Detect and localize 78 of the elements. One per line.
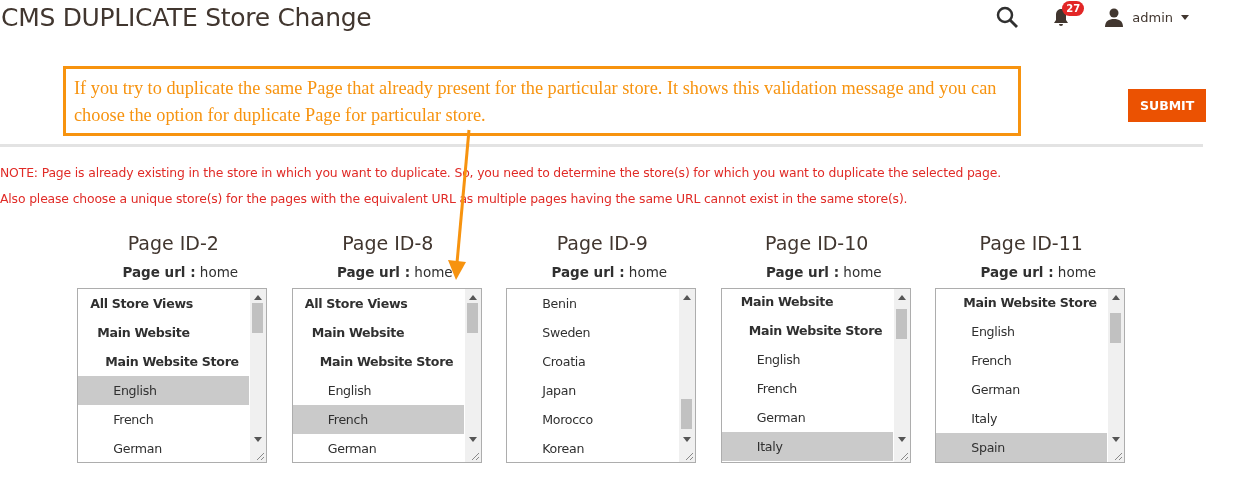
store-option[interactable]: Main Website (721, 289, 893, 316)
scroll-down-icon[interactable] (683, 437, 692, 442)
scroll-up-icon[interactable] (1112, 295, 1121, 300)
scrollbar[interactable] (1108, 289, 1125, 462)
store-option[interactable]: Morocco (507, 405, 679, 434)
submit-button[interactable]: SUBMIT (1128, 89, 1207, 122)
store-option[interactable]: French (78, 405, 250, 434)
resize-grip-icon[interactable] (256, 452, 265, 460)
scroll-up-icon[interactable] (468, 295, 477, 300)
page-url: Page url : home (764, 264, 882, 282)
page-heading: Page ID-2 (127, 231, 219, 256)
store-option[interactable]: Main Website Store (721, 316, 893, 345)
user-name[interactable]: admin (1132, 9, 1173, 25)
store-option[interactable]: All Store Views (78, 289, 250, 318)
resize-grip-icon[interactable] (685, 452, 694, 460)
scroll-down-icon[interactable] (254, 437, 263, 442)
page-title: CMS DUPLICATE Store Change (0, 2, 372, 32)
store-option[interactable]: German (292, 434, 464, 462)
store-option[interactable]: Japan (507, 376, 679, 405)
store-listbox[interactable]: Main Website Main Website Store English French German Italy (720, 288, 911, 463)
store-option[interactable]: English (721, 345, 893, 374)
search-icon[interactable] (996, 6, 1019, 28)
scrollbar-thumb[interactable] (252, 303, 264, 333)
store-listbox[interactable]: All Store Views Main Website Main Website Store English French German (291, 288, 482, 463)
store-option[interactable]: All Store Views (292, 289, 464, 318)
caret-icon[interactable] (1181, 14, 1189, 20)
store-option[interactable]: Main Website (292, 318, 464, 347)
scrollbar[interactable] (893, 289, 910, 462)
store-option[interactable]: English (292, 376, 464, 405)
store-option[interactable]: English (936, 317, 1108, 346)
scrollbar-thumb[interactable] (466, 303, 478, 333)
store-option[interactable]: Main Website Store (292, 347, 464, 376)
store-option[interactable]: Sweden (507, 318, 679, 347)
scrollbar-thumb[interactable] (681, 399, 693, 429)
page-heading: Page ID-8 (342, 231, 434, 256)
scrollbar[interactable] (250, 289, 267, 462)
page-heading: Page ID-11 (979, 231, 1083, 256)
store-option[interactable]: French (936, 346, 1108, 375)
page-url: Page url : home (979, 264, 1097, 282)
store-listbox[interactable]: All Store Views Main Website Main Website Store English French German (77, 288, 268, 463)
resize-grip-icon[interactable] (470, 452, 479, 460)
store-option[interactable]: French (292, 405, 464, 434)
page-url: Page url : home (121, 264, 239, 282)
store-option[interactable]: Korean (507, 434, 679, 462)
page-heading: Page ID-10 (765, 231, 869, 256)
store-option[interactable]: Main Website Store (78, 347, 250, 376)
scrollbar[interactable] (679, 289, 696, 462)
store-option[interactable]: Spain (936, 433, 1108, 462)
store-option[interactable]: German (936, 375, 1108, 404)
store-option[interactable]: Croatia (507, 347, 679, 376)
scroll-down-icon[interactable] (468, 437, 477, 442)
store-option[interactable]: Italy (721, 432, 893, 461)
store-option[interactable]: Benin (507, 289, 679, 318)
callout-text: If you try to duplicate the same Page that already present for the particular store. It shows this validation message and you can choose the option for duplicate Page for particular store. (63, 66, 1021, 136)
resize-grip-icon[interactable] (899, 452, 908, 460)
notification-badge: 27 (1062, 1, 1085, 16)
resize-grip-icon[interactable] (1114, 452, 1123, 460)
page-url: Page url : home (335, 264, 453, 282)
page-heading: Page ID-9 (556, 231, 648, 256)
store-option[interactable]: Main Website Store (936, 289, 1108, 317)
store-option[interactable]: German (78, 434, 250, 462)
scroll-up-icon[interactable] (897, 295, 906, 300)
store-option[interactable]: English (78, 376, 250, 405)
store-option[interactable]: Main Website (78, 318, 250, 347)
store-option[interactable]: German (721, 403, 893, 432)
scrollbar-thumb[interactable] (1110, 313, 1122, 343)
store-listbox[interactable]: Main Website Store English French German Italy Spain (935, 288, 1126, 463)
store-option[interactable]: Italy (936, 404, 1108, 433)
scroll-down-icon[interactable] (897, 437, 906, 442)
scrollbar-thumb[interactable] (895, 309, 907, 339)
store-option[interactable]: French (721, 374, 893, 403)
scroll-down-icon[interactable] (1112, 437, 1121, 442)
scroll-up-icon[interactable] (254, 295, 263, 300)
store-listbox[interactable]: Benin Sweden Croatia Japan Morocco Korean (506, 288, 697, 463)
scrollbar[interactable] (464, 289, 481, 462)
page-url: Page url : home (550, 264, 668, 282)
scroll-up-icon[interactable] (683, 295, 692, 300)
user-icon[interactable] (1104, 7, 1125, 27)
